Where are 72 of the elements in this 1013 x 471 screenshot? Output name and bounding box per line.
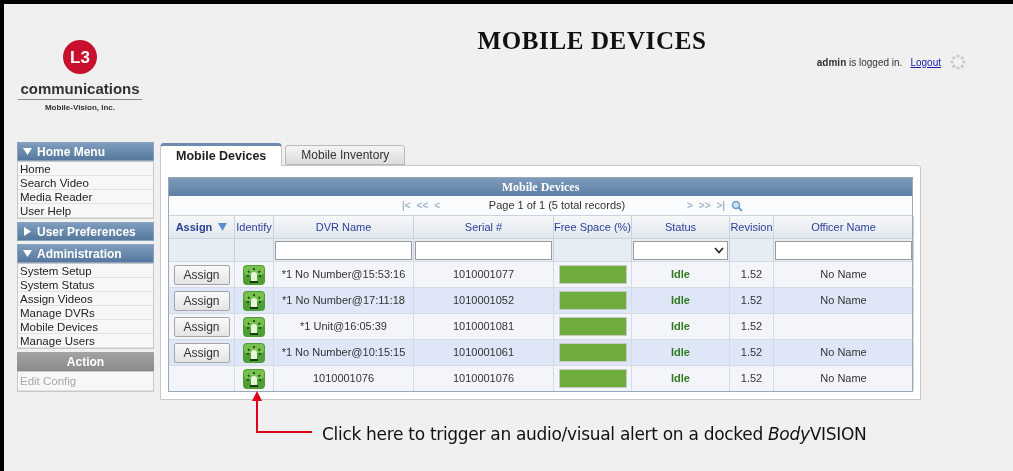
column-header: Free Space (%) [554, 219, 631, 235]
column-header: Revision [730, 219, 773, 235]
table-cell-text: 1010001061 [452, 345, 515, 361]
status-text: Idle [671, 345, 690, 361]
table-cell-text: *1 No Number@17:11:18 [282, 293, 405, 309]
callout-arrow [252, 391, 313, 433]
menu-item[interactable]: Media Reader [18, 190, 153, 204]
logo-mark: L3 [63, 40, 97, 74]
callout-text: Click here to trigger an audio/visual alert on a docked BodyVISION [322, 423, 867, 446]
status-text: Idle [671, 371, 690, 387]
filter-dropdown[interactable] [633, 240, 728, 260]
table-cell-text: 1.52 [740, 267, 763, 283]
menu-item[interactable]: Manage DVRs [18, 306, 153, 320]
table-cell-text: 1.52 [740, 293, 763, 309]
chevron-down-icon [714, 246, 724, 254]
status-text: Idle [671, 267, 690, 283]
spinner-icon [949, 53, 967, 71]
tab[interactable]: Mobile Devices [160, 143, 283, 166]
table-title: Mobile Devices [169, 178, 912, 196]
search-icon [731, 199, 744, 212]
page-title: MOBILE DEVICES [476, 26, 708, 56]
light-bulb-button[interactable] [243, 264, 265, 285]
logo-subtitle: Mobile-Vision, Inc. [44, 101, 116, 114]
table-cell-text: No Name [820, 345, 867, 361]
table-cell-text: *1 Unit@16:05:39 [300, 319, 387, 335]
assign-button[interactable]: Assign [173, 342, 230, 363]
filter-field[interactable] [415, 240, 552, 260]
menu-item[interactable]: Manage Users [18, 334, 153, 348]
pager-info: Page 1 of 1 (5 total records) [487, 198, 627, 214]
table-cell-text: 1.52 [740, 345, 763, 361]
column-header: DVR Name [315, 219, 372, 235]
table-cell-text: No Name [820, 371, 867, 387]
light-bulb-button[interactable] [243, 290, 265, 311]
table-cell-text: 1010001077 [452, 267, 515, 283]
menu-item[interactable]: User Help [18, 204, 153, 218]
menu-item[interactable]: Assign Videos [18, 292, 153, 306]
menu-item[interactable]: System Setup [18, 264, 153, 278]
table-cell-text: *1 No Number@15:53:16 [281, 267, 406, 283]
login-status: admin is logged in. [816, 55, 903, 70]
menu-item[interactable]: Search Video [18, 176, 153, 190]
status-text: Idle [671, 293, 690, 309]
table-cell-text: 1.52 [740, 371, 763, 387]
assign-button[interactable]: Assign [173, 290, 230, 311]
menu-item[interactable]: System Status [18, 278, 153, 292]
column-header: Status [664, 219, 697, 235]
table-cell-text: 1.52 [740, 319, 763, 335]
assign-button[interactable]: Assign [173, 316, 230, 337]
filter-field[interactable] [775, 240, 912, 260]
column-header[interactable]: Assign [175, 218, 213, 236]
light-bulb-button[interactable] [243, 368, 265, 389]
menu-item[interactable]: Mobile Devices [18, 320, 153, 334]
light-bulb-button[interactable] [243, 342, 265, 363]
table-cell-text: 1010001076 [312, 371, 375, 387]
assign-button[interactable]: Assign [173, 264, 230, 285]
table-cell-text: No Name [820, 293, 867, 309]
light-bulb-button[interactable] [243, 316, 265, 337]
table-cell-text: *1 No Number@10:15:15 [281, 345, 406, 361]
sort-arrow-icon [218, 223, 228, 231]
table-cell-text: 1010001052 [452, 293, 515, 309]
table-cell-text: No Name [820, 267, 867, 283]
table-cell-text: 1010001081 [452, 319, 515, 335]
column-header: Identify [236, 219, 272, 235]
column-header: Serial # [464, 219, 503, 235]
column-header: Officer Name [811, 219, 876, 235]
logo-text: communications [20, 80, 140, 99]
filter-field[interactable] [275, 240, 412, 260]
logout-link[interactable]: Logout [910, 54, 941, 70]
tab[interactable]: Mobile Inventory [285, 145, 406, 165]
status-text: Idle [671, 319, 690, 335]
table-cell-text: 1010001076 [452, 371, 515, 387]
menu-item[interactable]: Home [18, 162, 153, 176]
menu-header: Action [66, 353, 105, 371]
